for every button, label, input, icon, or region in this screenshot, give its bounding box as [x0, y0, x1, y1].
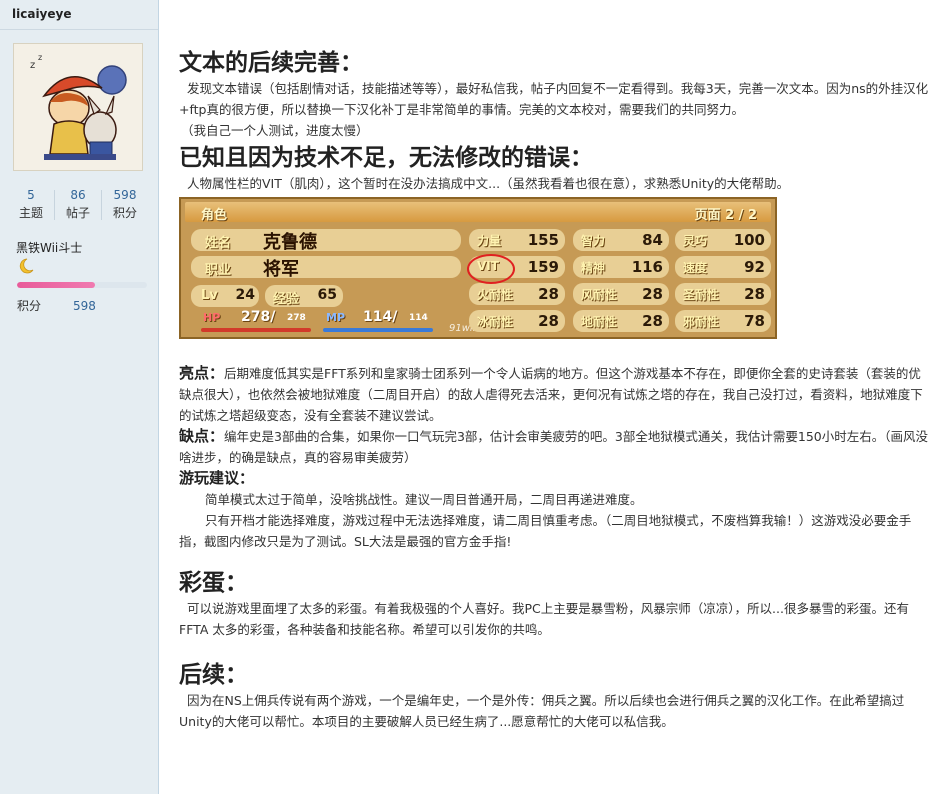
attribute-value: 28: [538, 312, 559, 330]
mp-label: MP: [326, 311, 346, 324]
hp-bar: [201, 328, 311, 332]
stat-threads[interactable]: 5 主题: [8, 186, 54, 222]
attribute-value: 92: [744, 258, 765, 276]
vit-highlight-circle: [467, 254, 515, 284]
section-title-known-bugs: 已知且因为技术不足，无法修改的错误：: [179, 145, 593, 171]
points-row: 积分 598: [17, 297, 96, 314]
game-screenshot[interactable]: 角色 页面 2 / 2 姓名 克鲁德 职业 将军 Lv 24 经验 65 HP …: [179, 197, 777, 339]
section-title-text-polish: 文本的后续完善：: [179, 50, 363, 76]
game-header-right: 页面 2 / 2: [694, 208, 757, 223]
attribute-label: 冰耐性: [477, 315, 514, 329]
attribute-label: 圣耐性: [683, 288, 720, 302]
exp-value: 65: [317, 287, 337, 303]
advice-label: 游玩建议：: [179, 469, 255, 487]
stat-label: 帖子: [65, 206, 90, 220]
moon-icon: [19, 258, 34, 274]
attribute-value: 28: [642, 285, 663, 303]
job-value: 将军: [263, 259, 299, 280]
user-rank[interactable]: 黑铁Wii斗士: [16, 239, 82, 256]
paragraph: （我自己一个人测试，进度太慢）: [181, 123, 369, 138]
hp-label: HP: [203, 311, 221, 324]
attribute-value: 78: [744, 312, 765, 330]
post-content: 文本的后续完善： 发现文本错误（包括剧情对话，技能描述等等），最好私信我，帖子内…: [179, 48, 931, 732]
attribute-value: 28: [538, 285, 559, 303]
paragraph: 人物属性栏的VIT（肌肉），这个暂时在没办法搞成中文...（虽然我看着也很在意）…: [187, 176, 790, 191]
name-label: 姓名: [205, 236, 232, 251]
rank-progress-bar: [17, 282, 147, 288]
stat-value: 86: [70, 188, 86, 202]
name-row: [191, 229, 461, 251]
stat-points[interactable]: 598 积分: [102, 186, 148, 222]
stat-value: 5: [27, 188, 35, 202]
attribute-label: 邪耐性: [683, 315, 720, 329]
job-label: 职业: [205, 263, 232, 278]
mp-bar: [323, 328, 433, 332]
attribute-value: 28: [744, 285, 765, 303]
attribute-value: 159: [527, 258, 559, 276]
user-sidebar: licaiyeye z z 5 主题 86 帖子 598 积分 黑铁Wii斗士 …: [0, 0, 159, 794]
stat-posts[interactable]: 86 帖子: [55, 186, 101, 222]
attribute-value: 100: [733, 231, 765, 249]
advice-heading: 游玩建议：: [179, 468, 931, 489]
attribute-value: 116: [631, 258, 663, 276]
name-value: 克鲁德: [263, 232, 317, 253]
attribute-label: 精神: [581, 261, 606, 275]
stat-label: 主题: [18, 206, 43, 220]
svg-text:z: z: [30, 60, 35, 71]
paragraph: 只有开档才能选择难度，游戏过程中无法选择难度，请二周目慎重考虑。（二周目地狱模式…: [179, 513, 912, 549]
highlights-paragraph: 亮点：后期难度低其实是FFT系列和皇家骑士团系列一个令人诟病的地方。但这个游戏基…: [179, 363, 931, 426]
paragraph: 简单模式太过于简单，没啥挑战性。建议一周目普通开局，二周目再递进难度。: [205, 492, 643, 507]
exp-label: 经验: [273, 292, 300, 307]
paragraph: 可以说游戏里面埋了太多的彩蛋。有着我极强的个人喜好。我PC上主要是暴雪粉，风暴宗…: [179, 601, 909, 637]
user-stats: 5 主题 86 帖子 598 积分: [0, 186, 158, 222]
lv-value: 24: [235, 287, 255, 303]
avatar-illustration: z z: [14, 44, 142, 170]
attribute-label: 智力: [581, 234, 606, 248]
attribute-label: 风耐性: [581, 288, 618, 302]
stat-value: 598: [113, 188, 137, 202]
game-header: [185, 202, 771, 222]
attribute-label: 灵巧: [683, 234, 708, 248]
page: licaiyeye z z 5 主题 86 帖子 598 积分 黑铁Wii斗士 …: [0, 0, 951, 794]
hp-value: 278/: [241, 309, 276, 325]
paragraph: 发现文本错误（包括剧情对话，技能描述等等），最好私信我，帖子内回复不一定看得到。…: [179, 81, 929, 117]
sidebar-divider: [0, 29, 158, 30]
mp-max: 114: [409, 313, 428, 323]
attribute-label: 地耐性: [581, 315, 618, 329]
job-row: [191, 256, 461, 278]
attribute-label: 速度: [683, 261, 708, 275]
points-label: 积分: [17, 299, 42, 313]
game-header-left: 角色: [201, 208, 228, 223]
paragraph: 因为在NS上佣兵传说有两个游戏，一个是编年史，一个是外传：佣兵之翼。所以后续也会…: [179, 693, 905, 729]
stat-label: 积分: [112, 206, 137, 220]
avatar[interactable]: z z: [13, 43, 143, 171]
points-value: 598: [73, 299, 96, 313]
highlights-label: 亮点：: [179, 364, 225, 382]
mp-value: 114/: [363, 309, 398, 325]
username-link[interactable]: licaiyeye: [12, 7, 71, 21]
section-title-easter-eggs: 彩蛋：: [179, 570, 248, 596]
drawbacks-paragraph: 缺点：编年史是3部曲的合集，如果你一口气玩完3部，估计会审美疲劳的吧。3部全地狱…: [179, 426, 931, 468]
lv-label: Lv: [201, 288, 218, 303]
hp-max: 278: [287, 313, 306, 323]
attribute-label: 力量: [477, 234, 502, 248]
attribute-value: 28: [642, 312, 663, 330]
rank-progress-fill: [17, 282, 95, 288]
drawbacks-label: 缺点：: [179, 427, 225, 445]
attribute-value: 155: [527, 231, 559, 249]
highlights-text: 后期难度低其实是FFT系列和皇家骑士团系列一个令人诟病的地方。但这个游戏基本不存…: [179, 366, 923, 423]
drawbacks-text: 编年史是3部曲的合集，如果你一口气玩完3部，估计会审美疲劳的吧。3部全地狱模式通…: [179, 429, 928, 465]
attribute-label: 火耐性: [477, 288, 514, 302]
section-title-follow-up: 后续：: [179, 662, 248, 688]
attribute-value: 84: [642, 231, 663, 249]
svg-text:z: z: [38, 53, 42, 62]
